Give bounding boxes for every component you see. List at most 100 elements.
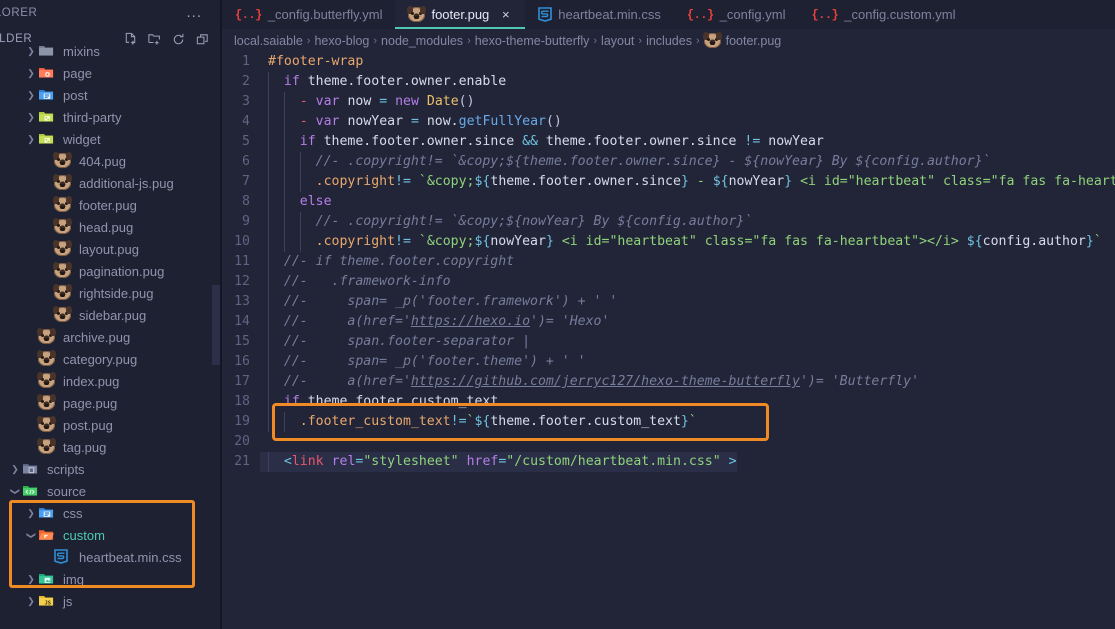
code-line[interactable]: 9 //- .copyright!= `&copy;${nowYear} By … [222,212,1115,232]
chevron-right-icon[interactable]: ❯ [24,596,38,606]
tree-item-post[interactable]: ❯ post [0,84,222,106]
breadcrumb-item-node-modules[interactable]: node_modules [381,34,463,48]
code-line[interactable]: 1 #footer-wrap [222,52,1115,72]
breadcrumb-item-hexo-blog[interactable]: hexo-blog [314,34,369,48]
tree-item-mixins[interactable]: ❯ mixins [0,40,222,62]
tree-item-img[interactable]: ❯ img [0,568,222,590]
chevron-down-icon[interactable]: ❯ [27,528,37,542]
code-line[interactable]: 15 //- span.footer-separator | [222,332,1115,352]
code-line[interactable]: 4 - var nowYear = now.getFullYear() [222,112,1115,132]
file-tree[interactable]: ❯mixins❯page❯post❯third-party❯widget❯404… [0,40,222,629]
chevron-right-icon[interactable]: ❯ [24,112,38,122]
tree-item-widget[interactable]: ❯ widget [0,128,222,150]
breadcrumb-item-includes[interactable]: includes [646,34,692,48]
tree-item-404-pug[interactable]: ❯404.pug [0,150,222,172]
tree-item-label: pagination.pug [79,263,165,279]
code-line[interactable]: 3 - var now = new Date() [222,92,1115,112]
code-line[interactable]: 8 else [222,192,1115,212]
chevron-right-icon[interactable]: ❯ [24,574,38,584]
code-token: theme.footer.custom_text [490,414,681,429]
code-line[interactable]: 18 if theme.footer.custom_text [222,392,1115,412]
code-token: nowYear [728,174,785,189]
tree-item-category-pug[interactable]: ❯category.pug [0,348,222,370]
code-line[interactable]: 14 //- a(href='https://hexo.io')= 'Hexo' [222,312,1115,332]
indent-guide [300,232,301,252]
chevron-right-icon[interactable]: ❯ [24,68,38,78]
tree-item-head-pug[interactable]: ❯head.pug [0,216,222,238]
pug-file-icon [37,350,57,367]
chevron-right-icon[interactable]: ❯ [24,508,38,518]
code-token: != [395,234,411,249]
code-token: now [339,94,380,109]
folder-source-icon [22,483,41,499]
tree-item-scripts[interactable]: ❯ scripts [0,458,222,480]
chevron-right-icon[interactable]: ❯ [8,464,22,474]
line-number: 8 [242,194,250,209]
code-token: var [315,94,340,109]
tree-item-layout-pug[interactable]: ❯layout.pug [0,238,222,260]
tree-item-source[interactable]: ❯ source [0,480,222,502]
tree-item-js[interactable]: ❯ JS js [0,590,222,612]
tree-item-rightside-pug[interactable]: ❯rightside.pug [0,282,222,304]
tree-item-footer-pug[interactable]: ❯footer.pug [0,194,222,216]
code-line[interactable]: 2 if theme.footer.owner.enable [222,72,1115,92]
close-icon[interactable]: × [499,7,512,22]
code-token: https://github.com/jerryc127/hexo-theme-… [410,374,800,389]
code-line[interactable]: 6 //- .copyright!= `&copy;${theme.footer… [222,152,1115,172]
tree-item-css[interactable]: ❯ css [0,502,222,524]
code-line[interactable]: 10 .copyright!= `&copy;${nowYear} <i id=… [222,232,1115,252]
tree-item-label: js [63,593,73,609]
more-actions-icon[interactable]: ... [186,5,214,20]
tree-item-post-pug[interactable]: ❯post.pug [0,414,222,436]
tree-item-index-pug[interactable]: ❯index.pug [0,370,222,392]
line-content: //- .framework-info [260,272,451,292]
code-editor[interactable]: 1 #footer-wrap 2 if theme.footer.owner.ena… [222,52,1115,629]
tree-item-label: mixins [63,43,100,59]
tree-item-label: widget [63,131,101,147]
breadcrumb-item-local-saiable[interactable]: local.saiable [234,34,303,48]
tab--config-butterfly-yml[interactable]: {..} _config.butterfly.yml [222,0,395,29]
tree-item-page[interactable]: ❯ page [0,62,222,84]
tree-item-third-party[interactable]: ❯ third-party [0,106,222,128]
chevron-down-icon[interactable]: ❯ [11,484,21,498]
code-line[interactable]: 19 .footer_custom_text!= ` ${theme.footer.… [222,412,1115,432]
tab--config-yml[interactable]: {..} _config.yml [674,0,799,29]
code-line[interactable]: 17 //- a(href='https://github.com/jerryc… [222,372,1115,392]
breadcrumb-item-layout[interactable]: layout [601,34,634,48]
tree-item-archive-pug[interactable]: ❯archive.pug [0,326,222,348]
code-line[interactable]: 20 [222,432,1115,452]
tree-item-label: css [63,505,83,521]
tree-item-sidebar-pug[interactable]: ❯sidebar.pug [0,304,222,326]
tree-item-additional-js-pug[interactable]: ❯additional-js.pug [0,172,222,194]
code-line[interactable]: 13 //- span= _p('footer.framework') + ' … [222,292,1115,312]
tab-heartbeat-min-css[interactable]: heartbeat.min.css [525,0,674,29]
tree-item-custom[interactable]: ❯ custom [0,524,222,546]
indent-guide [284,92,285,112]
tree-item-page-pug[interactable]: ❯page.pug [0,392,222,414]
chevron-right-icon[interactable]: ❯ [24,90,38,100]
tree-item-tag-pug[interactable]: ❯tag.pug [0,436,222,458]
code-line[interactable]: 5 if theme.footer.owner.since && theme.f… [222,132,1115,152]
tab--config-custom-yml[interactable]: {..} _config.custom.yml [798,0,968,29]
tab-footer-pug[interactable]: footer.pug × [395,0,526,29]
code-line[interactable]: 11 //- if theme.footer.copyright [222,252,1115,272]
chevron-right-icon[interactable]: ❯ [24,134,38,144]
code-line[interactable]: 21 <link rel="stylesheet" href="/custom/… [222,452,1115,472]
code-line[interactable]: 16 //- span= _p('footer.theme') + ' ' [222,352,1115,372]
indent-guide [300,152,301,172]
tree-item-pagination-pug[interactable]: ❯pagination.pug [0,260,222,282]
breadcrumb-item-footer-pug[interactable]: footer.pug [702,32,781,48]
code-line[interactable]: 7 .copyright!= `&copy;${theme.footer.own… [222,172,1115,192]
tree-item-label: page [63,65,92,81]
tree-item-heartbeat-min-css[interactable]: ❯heartbeat.min.css [0,546,222,568]
yml-icon: {..} [235,7,262,22]
chevron-right-icon[interactable]: ❯ [24,46,38,56]
breadcrumb-item-hexo-theme-butterfly[interactable]: hexo-theme-butterfly [475,34,590,48]
indent-guide [268,332,269,352]
code-line[interactable]: 12 //- .framework-info [222,272,1115,292]
tree-item-label: layout.pug [79,241,139,257]
indent-guide [268,112,269,132]
editor-tab-bar: {..} _config.butterfly.yml footer.pug × hear… [222,0,1115,29]
